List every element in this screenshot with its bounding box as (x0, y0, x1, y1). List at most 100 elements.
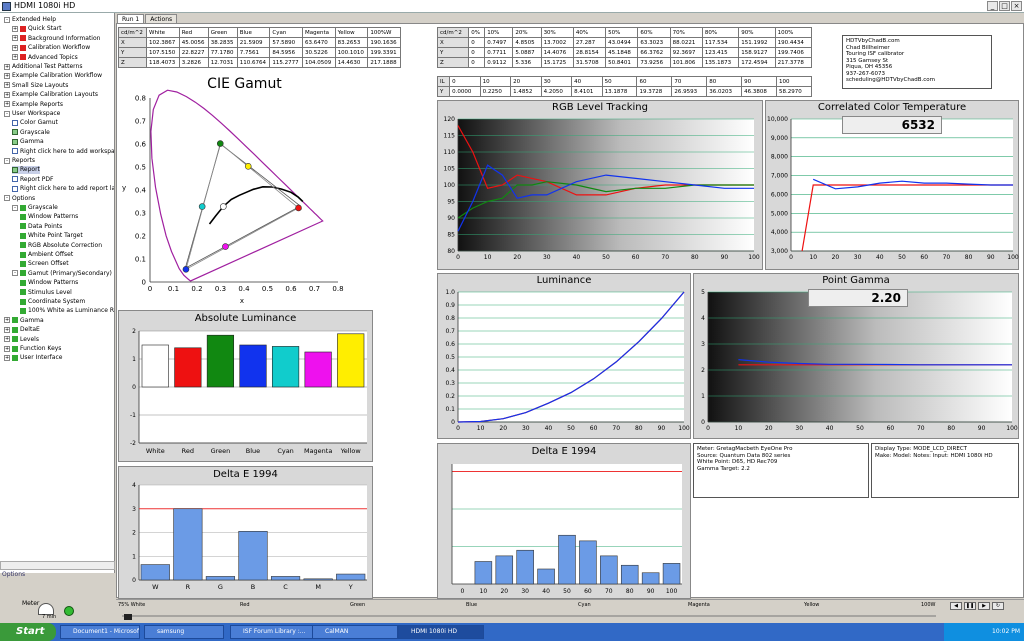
tree-item[interactable]: Right click here to add report lay (12, 185, 114, 193)
taskbar-button[interactable]: CalMAN (312, 625, 398, 639)
expand-toggle-icon[interactable]: + (4, 101, 10, 108)
expand-toggle-icon[interactable]: - (4, 157, 10, 164)
tree-item[interactable]: + Advanced Topics (12, 54, 78, 62)
column-header: Yellow (334, 27, 369, 38)
expand-toggle-icon[interactable]: + (4, 354, 10, 361)
tree-item[interactable]: - Reports (4, 157, 35, 165)
previous-icon[interactable]: ◀ (950, 602, 962, 610)
taskbar-button[interactable]: samsung (144, 625, 224, 639)
maximize-icon[interactable]: □ (999, 1, 1010, 11)
start-button[interactable]: Start (0, 623, 56, 641)
tree-item[interactable]: - Gamut (Primary/Secondary) (12, 270, 112, 278)
tree-item[interactable]: + User Interface (4, 354, 62, 362)
expand-toggle-icon[interactable]: + (4, 91, 10, 98)
option-icon (20, 232, 26, 239)
tree-item[interactable]: + Example Calibration Layouts (4, 91, 98, 99)
column-header: 20 (510, 76, 542, 87)
tree-item[interactable]: Color Gamut (12, 119, 58, 127)
tree-item[interactable]: + Background Information (12, 35, 100, 43)
meter-info-box: Meter: GretagMacbeth EyeOne Pro Source: Q… (693, 443, 869, 498)
x-tick-label: 80 (635, 425, 643, 432)
tree-item[interactable]: Ambient Offset (20, 251, 73, 259)
x-tick-label: 20 (832, 254, 840, 261)
expand-toggle-icon[interactable]: - (4, 195, 10, 202)
tree-item[interactable]: + Function Keys (4, 345, 61, 353)
tree-item[interactable]: + Example Reports (4, 101, 63, 109)
timeline-thumb[interactable] (124, 614, 132, 620)
table-cell: 117.534 (701, 37, 740, 48)
window-titlebar: HDMI 1080i HD _ □ × (0, 0, 1024, 13)
tree-item[interactable]: - Extended Help (4, 16, 56, 24)
tree-item[interactable]: Report PDF (12, 176, 54, 184)
table-cell: 45.0056 (178, 37, 209, 48)
x-tick-label: 90 (647, 588, 655, 595)
tree-item[interactable]: + Levels (4, 336, 39, 344)
y-tick-label: 2 (701, 367, 705, 374)
tree-item[interactable]: + Gamma (4, 317, 44, 325)
tree-item[interactable]: - Options (4, 195, 35, 203)
minimize-icon[interactable]: _ (987, 1, 998, 11)
expand-toggle-icon[interactable]: - (12, 204, 18, 211)
expand-toggle-icon[interactable]: + (12, 35, 18, 42)
expand-toggle-icon[interactable]: - (4, 16, 10, 23)
next-icon[interactable]: ▶ (978, 602, 990, 610)
tree-item[interactable]: Right click here to add workspa (12, 148, 114, 156)
tree-item[interactable]: + Small Size Layouts (4, 82, 68, 90)
taskbar-button[interactable]: ISF Forum Library :... (230, 625, 322, 639)
delta-e-primaries-panel: Delta E 1994 01234WRGBCMY (118, 466, 373, 599)
close-icon[interactable]: × (1011, 1, 1022, 11)
tree-item[interactable]: + Quick Start (12, 25, 62, 33)
tree-item[interactable]: RGB Absolute Correction (20, 242, 102, 250)
tree-item[interactable]: 100% White as Luminance R (20, 307, 114, 315)
tree-item[interactable]: Coordinate System (20, 298, 85, 306)
tree-item[interactable]: Window Patterns (20, 279, 78, 287)
y-tick-label: 9,000 (771, 135, 788, 142)
tree-item-label: Stimulus Level (28, 288, 72, 296)
expand-toggle-icon[interactable]: + (4, 336, 10, 343)
tree-item[interactable]: + Example Calibration Workflow (4, 72, 102, 80)
tree-item[interactable]: - User Workspace (4, 110, 60, 118)
options-link[interactable]: Options (2, 571, 25, 578)
expand-toggle-icon[interactable]: + (4, 326, 10, 333)
meter-status-icon[interactable] (64, 606, 74, 616)
tree-item[interactable]: Grayscale (12, 129, 50, 137)
expand-toggle-icon[interactable]: + (4, 345, 10, 352)
tree-item-label: Grayscale (20, 128, 50, 136)
x-tick-label: 0 (789, 254, 793, 261)
tree-item[interactable]: Stimulus Level (20, 289, 72, 297)
expand-toggle-icon[interactable]: + (12, 25, 18, 32)
absolute-luminance-chart: 2 1 0 -1 -2 White Red Green Blue Cyan Magenta Yello… (130, 328, 367, 455)
sidebar-horizontal-scrollbar[interactable] (0, 561, 115, 570)
info-line: scheduling@HDTVbyChadB.com (846, 77, 935, 83)
tree-item[interactable]: - Grayscale (12, 204, 58, 212)
chart-icon (12, 138, 18, 145)
option-icon (20, 260, 26, 267)
expand-toggle-icon[interactable]: + (12, 44, 18, 51)
tree-item[interactable]: Data Points (20, 223, 62, 231)
tree-item[interactable]: Screen Offset (20, 260, 69, 268)
table-cell: 190.4434 (774, 37, 813, 48)
info-line: Gamma Target: 2.2 (697, 465, 750, 472)
tree-item[interactable]: White Point Target (20, 232, 83, 240)
tree-item-label: User Workspace (12, 110, 61, 117)
expand-toggle-icon[interactable]: + (4, 82, 10, 89)
tree-item[interactable]: Window Patterns (20, 213, 78, 221)
taskbar-button[interactable]: Document1 - Microsof... (60, 625, 140, 639)
expand-toggle-icon[interactable]: + (4, 317, 10, 324)
loop-icon[interactable]: ↻ (992, 602, 1004, 610)
pause-icon[interactable]: ❚❚ (964, 602, 976, 610)
tree-item[interactable]: + DeltaE (4, 326, 40, 334)
tree-item[interactable]: Gamma (12, 138, 44, 146)
expand-toggle-icon[interactable]: + (4, 63, 10, 70)
taskbar-button[interactable]: HDMI 1080i HD (398, 625, 484, 639)
column-header: Cyan (269, 27, 304, 38)
tree-item[interactable]: + Additional Test Patterns (4, 63, 82, 71)
tree-item[interactable]: + Calibration Workflow (12, 44, 90, 52)
tree-item[interactable]: Report (12, 166, 40, 175)
expand-toggle-icon[interactable]: + (4, 72, 10, 79)
expand-toggle-icon[interactable]: - (12, 270, 18, 277)
table-cell: 45.1848 (605, 47, 639, 58)
expand-toggle-icon[interactable]: - (4, 110, 10, 117)
expand-toggle-icon[interactable]: + (12, 54, 18, 61)
x-tick-label: 0 (148, 285, 152, 293)
